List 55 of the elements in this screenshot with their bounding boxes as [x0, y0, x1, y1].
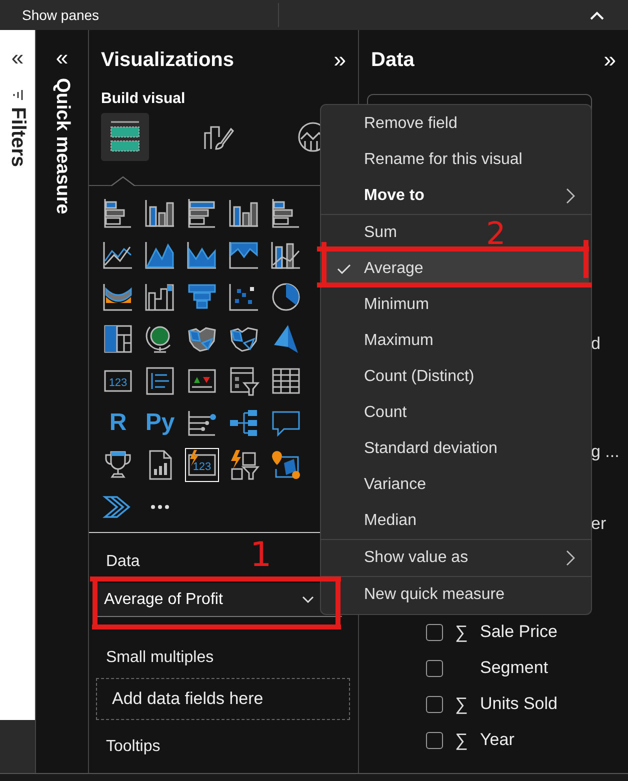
pin-map-icon[interactable]: [269, 448, 303, 482]
menu-item[interactable]: Count: [323, 395, 419, 431]
field-name: d: [591, 333, 600, 355]
well-title: Small multiples: [106, 649, 214, 667]
menu-item[interactable]: Move to: [323, 178, 589, 214]
expand-button[interactable]: »: [334, 49, 346, 71]
chevron-right-icon: [566, 550, 575, 566]
build-tab[interactable]: [101, 113, 149, 161]
lightning-card-icon[interactable]: 123: [185, 448, 219, 482]
checkbox[interactable]: [426, 624, 443, 640]
script-icon[interactable]: Py: [143, 406, 177, 440]
collapse-button[interactable]: «: [56, 47, 68, 69]
checkbox[interactable]: [426, 732, 443, 748]
filters-title[interactable]: Filters: [6, 107, 29, 168]
checkbox[interactable]: [426, 696, 443, 712]
well-title: Data: [106, 553, 140, 571]
script-icon[interactable]: R: [101, 406, 135, 440]
checkbox[interactable]: [426, 660, 443, 676]
annotation-number: 1: [250, 535, 272, 575]
menu-item[interactable]: Minimum: [323, 287, 441, 323]
menu-item[interactable]: Sum: [323, 215, 409, 251]
show-panes-label[interactable]: Show panes: [22, 7, 100, 23]
field-name: g ...: [591, 441, 620, 463]
expand-button[interactable]: »: [604, 49, 616, 71]
chevron-right-icon: [566, 188, 575, 204]
field-name[interactable]: Units Sold: [480, 694, 558, 714]
menu-item[interactable]: Remove field: [323, 106, 589, 142]
build-visual-label: Build visual: [101, 90, 186, 107]
menu-item[interactable]: Median: [323, 503, 428, 539]
filter-icon: [12, 89, 24, 101]
chevron-down-icon[interactable]: [302, 596, 314, 604]
pane-title: Data: [371, 48, 414, 72]
chevron-up-icon[interactable]: [590, 10, 604, 20]
menu-item[interactable]: Show value as: [323, 540, 589, 576]
annotation-number: 2: [486, 216, 506, 252]
menu-item[interactable]: Maximum: [323, 323, 446, 359]
well-title: Tooltips: [106, 738, 160, 756]
sigma-icon: ∑: [455, 622, 477, 642]
field-name[interactable]: Sale Price: [480, 622, 558, 642]
checkmark-icon: [337, 264, 351, 274]
menu-item[interactable]: Count (Distinct): [323, 359, 486, 395]
tab-pointer-icon: [111, 176, 135, 186]
field-name[interactable]: Year: [480, 730, 514, 750]
field-name[interactable]: Segment: [480, 658, 548, 678]
menu-item[interactable]: Rename for this visual: [323, 142, 589, 178]
pane-title: Visualizations: [101, 48, 234, 72]
sigma-icon: ∑: [455, 694, 477, 714]
field-dropdown[interactable]: Average of Profit: [96, 583, 342, 617]
field-name: er: [591, 513, 606, 535]
collapse-button[interactable]: «: [11, 47, 24, 69]
sigma-icon: ∑: [455, 730, 477, 750]
drop-zone[interactable]: Add data fields here: [96, 678, 350, 720]
quick-measure-title[interactable]: Quick measure: [51, 78, 73, 214]
menu-item[interactable]: Standard deviation: [323, 431, 510, 467]
menu-item[interactable]: Variance: [323, 467, 438, 503]
